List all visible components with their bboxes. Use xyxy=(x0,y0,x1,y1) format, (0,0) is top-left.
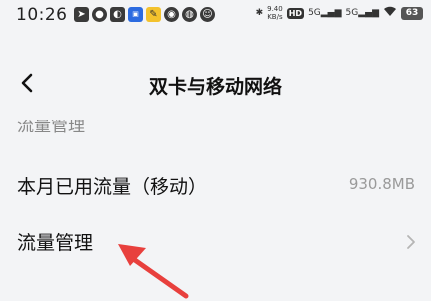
section-header: 流量管理 xyxy=(17,120,217,138)
telegram-icon: ➤ xyxy=(74,7,89,22)
status-time: 10:26 xyxy=(16,5,68,25)
network-speed-value: 9.40 xyxy=(267,5,283,13)
wechat-icon: ◐ xyxy=(110,7,125,22)
weibo-icon: ◍ xyxy=(182,7,197,22)
messages-icon: ● xyxy=(92,7,107,22)
page-title: 双卡与移动网络 xyxy=(148,76,282,98)
data-usage-row[interactable]: 本月已用流量（移动） 930.8MB xyxy=(0,160,431,214)
sim1-label: 5G xyxy=(308,8,321,18)
section-header-text: 流量管理 xyxy=(17,120,85,136)
notification-icons: ➤ ● ◐ ▣ ✎ ◉ ◍ ☺ xyxy=(74,7,215,22)
wifi-icon xyxy=(383,6,397,20)
system-icons: ✱ 9.40 KB/s HD 5G▂▄▆ 5G▂▄▆ 63 xyxy=(256,5,423,21)
bluetooth-icon: ✱ xyxy=(255,8,264,18)
chevron-right-icon xyxy=(407,235,415,249)
battery-icon: 63 xyxy=(401,6,423,20)
hd-badge: HD xyxy=(286,7,305,19)
page-header: 双卡与移动网络 xyxy=(0,56,431,112)
signal-sim2-icon: 5G▂▄▆ xyxy=(345,8,379,18)
notes-icon: ✎ xyxy=(146,7,161,22)
chat-bubble-icon: ◉ xyxy=(164,7,179,22)
data-management-label: 流量管理 xyxy=(17,232,94,254)
sim2-label: 5G xyxy=(345,8,359,18)
status-bar: 10:26 ➤ ● ◐ ▣ ✎ ◉ ◍ ☺ ✱ 9.40 KB/s HD 5G▂… xyxy=(0,0,431,34)
qq-browser-icon: ▣ xyxy=(128,7,143,22)
data-usage-label: 本月已用流量（移动） xyxy=(17,176,208,198)
data-usage-value: 930.8MB xyxy=(348,175,415,193)
signal-sim1-icon: 5G▂▄▆ xyxy=(308,8,342,18)
data-management-row[interactable]: 流量管理 xyxy=(0,216,431,270)
network-speed: 9.40 KB/s xyxy=(267,5,283,21)
network-speed-unit: KB/s xyxy=(267,13,283,21)
game-controller-icon: ☺ xyxy=(200,7,215,22)
